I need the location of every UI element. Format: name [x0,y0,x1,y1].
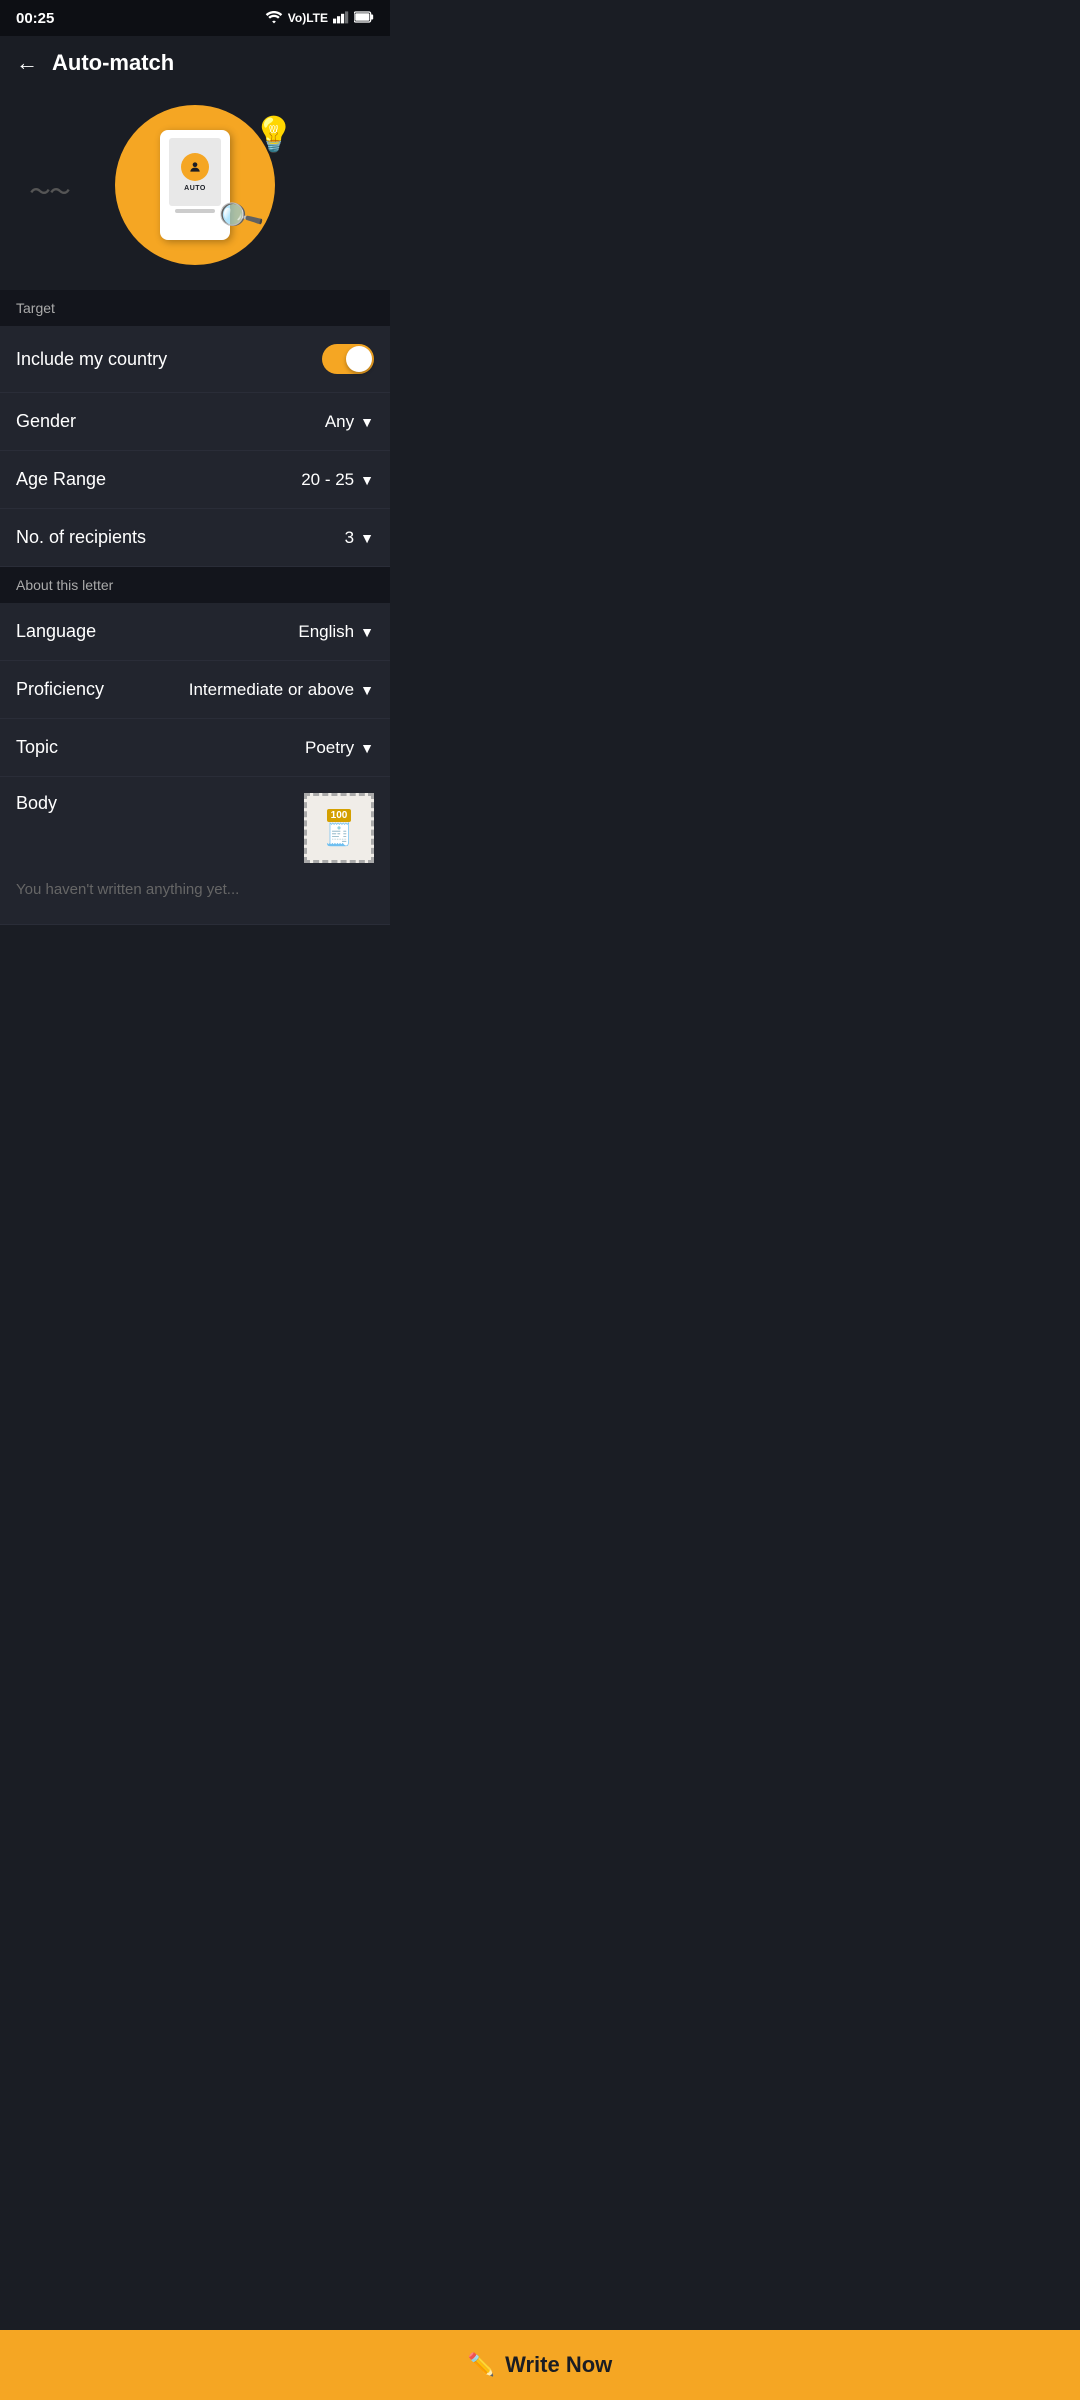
hero-illustration: 〜〜 AUTO [0,90,390,290]
include-country-toggle[interactable] [322,344,374,374]
bulb-icon: 💡 [253,115,295,155]
stamp-figure-icon: 🧾 [325,822,352,848]
language-label: Language [16,621,96,642]
proficiency-chevron: ▼ [360,682,374,698]
wave-decoration: 〜〜 [30,176,70,205]
letter-section-label: About this letter [0,567,390,603]
body-placeholder[interactable]: You haven't written anything yet... [16,873,374,914]
signal-icon: Vo)LTE [288,11,328,25]
phone-screen: AUTO [169,138,221,206]
target-section-label: Target [0,290,390,326]
age-range-row[interactable]: Age Range 20 - 25 ▼ [0,451,390,509]
battery-icon [354,11,374,26]
gender-row[interactable]: Gender Any ▼ [0,393,390,451]
recipients-value-container: 3 ▼ [345,528,374,548]
language-value: English [298,622,354,642]
topic-value: Poetry [305,738,354,758]
phone-container: AUTO 🔍 [160,130,230,240]
gender-value-container: Any ▼ [325,412,374,432]
age-range-value: 20 - 25 [301,470,354,490]
status-icons: Vo)LTE [265,10,374,27]
phone-auto-text: AUTO [184,185,206,192]
write-now-button[interactable]: ✏️ Write Now [0,2330,1080,2400]
stamp-number: 100 [327,809,352,822]
gender-chevron: ▼ [360,414,374,430]
phone-avatar [181,153,209,181]
header: ← Auto-match [0,36,390,90]
status-time: 00:25 [16,10,54,27]
topic-label: Topic [16,737,58,758]
include-country-label: Include my country [16,349,167,370]
gender-label: Gender [16,411,76,432]
gender-value: Any [325,412,354,432]
back-button[interactable]: ← [16,50,38,76]
proficiency-label: Proficiency [16,679,104,700]
include-country-row: Include my country [0,326,390,393]
language-value-container: English ▼ [298,622,374,642]
topic-value-container: Poetry ▼ [305,738,374,758]
language-row[interactable]: Language English ▼ [0,603,390,661]
phone-home-bar [175,209,215,213]
pencil-icon: ✏️ [468,2352,495,2378]
age-range-label: Age Range [16,469,106,490]
page-title: Auto-match [52,50,174,76]
topic-row[interactable]: Topic Poetry ▼ [0,719,390,777]
topic-chevron: ▼ [360,740,374,756]
wifi-icon [265,10,283,27]
toggle-knob [346,346,372,372]
proficiency-value-container: Intermediate or above ▼ [189,680,374,700]
bars-icon [333,10,349,27]
hero-phone: AUTO [160,130,230,240]
stamp-inner: 100 🧾 [325,809,352,848]
hero-content: AUTO 🔍 💡 [115,105,275,265]
body-label: Body [16,793,57,814]
recipients-row[interactable]: No. of recipients 3 ▼ [0,509,390,567]
body-section: Body 100 🧾 You haven't written anything … [0,777,390,925]
hero-circle: AUTO 🔍 [115,105,275,265]
body-header: Body 100 🧾 [16,793,374,863]
stamp-illustration: 100 🧾 [304,793,374,863]
age-range-chevron: ▼ [360,472,374,488]
write-now-label: Write Now [505,2352,612,2378]
proficiency-row[interactable]: Proficiency Intermediate or above ▼ [0,661,390,719]
status-bar: 00:25 Vo)LTE [0,0,390,36]
recipients-value: 3 [345,528,354,548]
age-range-value-container: 20 - 25 ▼ [301,470,374,490]
language-chevron: ▼ [360,624,374,640]
recipients-chevron: ▼ [360,530,374,546]
bottom-padding [0,925,390,1005]
recipients-label: No. of recipients [16,527,146,548]
proficiency-value: Intermediate or above [189,680,354,700]
